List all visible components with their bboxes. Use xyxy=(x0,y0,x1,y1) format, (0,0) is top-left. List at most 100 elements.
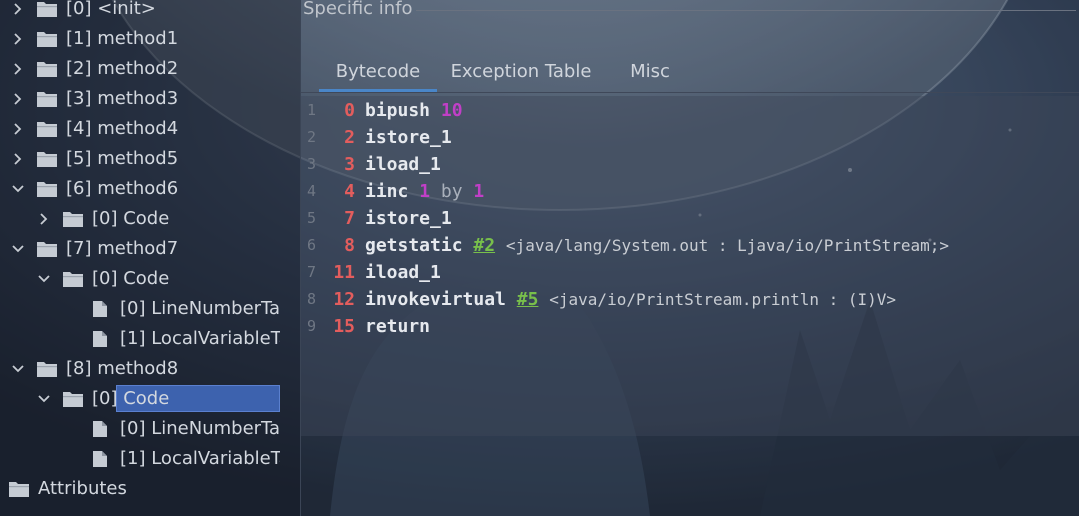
folder-icon xyxy=(36,234,58,264)
tree-node-label: [1] LocalVariableTable xyxy=(120,328,280,349)
tree-node-label: [1] method1 xyxy=(66,28,179,49)
panel-divider[interactable] xyxy=(300,0,301,516)
opcode: iinc xyxy=(365,181,409,202)
file-icon xyxy=(92,414,114,444)
bytecode-offset: 0 xyxy=(344,100,355,121)
tab-misc[interactable]: Misc xyxy=(619,58,681,92)
folder-icon xyxy=(36,354,58,384)
tree-node[interactable]: [7] method7 xyxy=(0,234,300,264)
folder-icon xyxy=(36,24,58,54)
tree-node[interactable]: [0] Code xyxy=(0,384,300,414)
folder-icon xyxy=(62,384,84,414)
chevron-down-icon[interactable] xyxy=(38,264,50,294)
bytecode-line[interactable]: 1 0 bipush 10 xyxy=(301,97,1079,124)
bytecode-line[interactable]: 9 15 return xyxy=(301,313,1079,340)
chevron-down-icon[interactable] xyxy=(12,174,24,204)
tree-node[interactable]: [3] method3 xyxy=(0,84,300,114)
bytecode-offset: 8 xyxy=(344,235,355,256)
bytecode-line[interactable]: 4 4 iinc 1 by 1 xyxy=(301,178,1079,205)
tree-node-label: [0] <init> xyxy=(66,0,156,19)
opcode: getstatic xyxy=(365,235,463,256)
bytecode-line[interactable]: 8 12 invokevirtual #5 <java/io/PrintStream… xyxy=(301,286,1079,313)
tab-separator xyxy=(301,92,1079,93)
bytecode-line[interactable]: 7 11 iload_1 xyxy=(301,259,1079,286)
constant-pool-link[interactable]: #5 xyxy=(517,289,539,310)
chevron-right-icon[interactable] xyxy=(12,0,24,24)
bytecode-offset: 4 xyxy=(344,181,355,202)
opcode: invokevirtual xyxy=(365,289,506,310)
line-number: 6 xyxy=(307,236,317,254)
instruction: iinc 1 by 1 xyxy=(365,178,484,205)
tree-node-label: [0] Code xyxy=(92,268,170,289)
panel-title: Specific info xyxy=(303,0,413,19)
folder-icon xyxy=(36,84,58,114)
chevron-down-icon[interactable] xyxy=(12,354,24,384)
tree-leaf-item[interactable]: [0] LineNumberTable xyxy=(0,414,300,444)
folder-icon xyxy=(36,54,58,84)
chevron-down-icon[interactable] xyxy=(38,384,50,414)
bytecode-line[interactable]: 6 8 getstatic #2 <java/lang/System.out : L… xyxy=(301,232,1079,259)
opcode: bipush xyxy=(365,100,431,121)
line-number: 9 xyxy=(307,317,317,335)
bytecode-line[interactable]: 5 7 istore_1 xyxy=(301,205,1079,232)
chevron-right-icon[interactable] xyxy=(12,54,24,84)
tree-leaf-item[interactable]: [0] LineNumberTable xyxy=(0,294,300,324)
tree-node[interactable]: [0] Code xyxy=(0,264,300,294)
opcode: istore_1 xyxy=(365,208,452,229)
folder-icon xyxy=(36,144,58,174)
bytecode-offset: 15 xyxy=(333,316,355,337)
tree-node[interactable]: [1] method1 xyxy=(0,24,300,54)
bytecode-offset: 11 xyxy=(333,262,355,283)
chevron-right-icon[interactable] xyxy=(12,114,24,144)
file-icon xyxy=(92,294,114,324)
reference-comment: <java/lang/System.out : Ljava/io/PrintSt… xyxy=(505,236,950,255)
tree-leaf-item[interactable]: [1] LocalVariableTable xyxy=(0,324,300,354)
line-number: 5 xyxy=(307,209,317,227)
tree-node-label: Attributes xyxy=(38,478,127,499)
chevron-right-icon[interactable] xyxy=(12,24,24,54)
operand-keyword: by xyxy=(440,181,463,202)
class-structure-tree: [0] <init> [1] method1 [2] method2 [3] meth… xyxy=(0,0,300,516)
bytecode-offset: 7 xyxy=(344,208,355,229)
folder-icon xyxy=(36,114,58,144)
tree-node[interactable]: Attributes xyxy=(0,474,300,504)
chevron-right-icon[interactable] xyxy=(12,144,24,174)
bytecode-view[interactable]: 1 0 bipush 10 2 2 istore_1 3 3 iload_1 4 4 iinc 1 b… xyxy=(301,96,1079,436)
opcode: iload_1 xyxy=(365,154,441,175)
reference-comment: <java/io/PrintStream.println : (I)V> xyxy=(549,290,897,309)
tree-node-label: [7] method7 xyxy=(66,238,179,259)
folder-icon xyxy=(62,264,84,294)
chevron-down-icon[interactable] xyxy=(12,234,24,264)
instruction: invokevirtual #5 <java/io/PrintStream.pr… xyxy=(365,286,896,313)
line-number: 7 xyxy=(307,263,317,281)
constant-pool-link[interactable]: #2 xyxy=(473,235,495,256)
bytecode-line[interactable]: 3 3 iload_1 xyxy=(301,151,1079,178)
tree-node[interactable]: [4] method4 xyxy=(0,114,300,144)
tree-node-label: [8] method8 xyxy=(66,358,179,379)
tree-node-label: [5] method5 xyxy=(66,148,179,169)
tree-node-label: [0] LineNumberTable xyxy=(120,298,280,319)
tree-node-label: [6] method6 xyxy=(66,178,179,199)
line-number: 8 xyxy=(307,290,317,308)
tree-node-label: [2] method2 xyxy=(66,58,179,79)
opcode: istore_1 xyxy=(365,127,452,148)
bytecode-offset: 12 xyxy=(333,289,355,310)
tree-node[interactable]: [0] Code xyxy=(0,204,300,234)
opcode: return xyxy=(365,316,431,337)
title-separator xyxy=(416,10,1076,11)
tree-node[interactable]: [0] <init> xyxy=(0,0,300,24)
operand: 1 xyxy=(473,181,485,202)
tab-bytecode[interactable]: Bytecode xyxy=(319,58,437,92)
folder-icon xyxy=(36,174,58,204)
line-number: 3 xyxy=(307,155,317,173)
tree-node[interactable]: [8] method8 xyxy=(0,354,300,384)
operand: 1 xyxy=(419,181,431,202)
tab-exception-table[interactable]: Exception Table xyxy=(447,58,595,92)
tree-leaf-item[interactable]: [1] LocalVariableTable xyxy=(0,444,300,474)
chevron-right-icon[interactable] xyxy=(12,84,24,114)
tree-node[interactable]: [5] method5 xyxy=(0,144,300,174)
bytecode-line[interactable]: 2 2 istore_1 xyxy=(301,124,1079,151)
tree-node[interactable]: [6] method6 xyxy=(0,174,300,204)
tree-node[interactable]: [2] method2 xyxy=(0,54,300,84)
chevron-right-icon[interactable] xyxy=(38,204,50,234)
